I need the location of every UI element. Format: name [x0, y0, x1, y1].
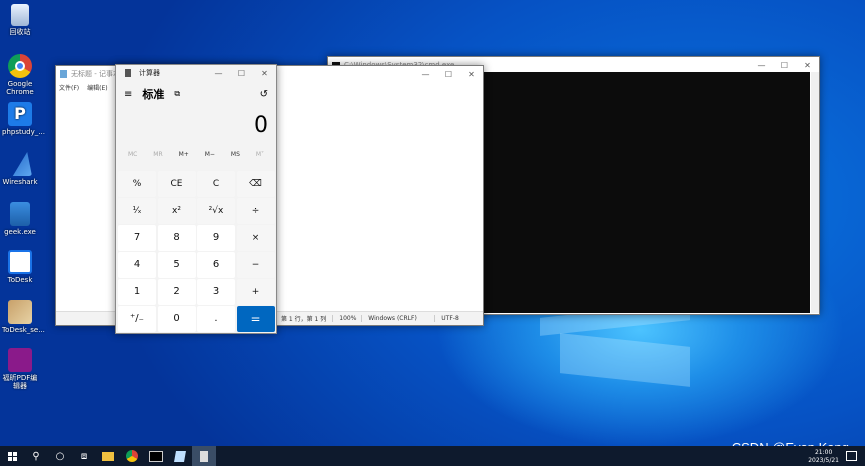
status-zoom: 100%: [332, 315, 361, 322]
desktop-icon-foxit-pdf[interactable]: 福昕PDF编辑器: [2, 348, 38, 390]
windows-logo-icon: [7, 451, 17, 461]
calculator-close-button[interactable]: ✕: [253, 69, 276, 78]
status-line-ending: Windows (CRLF): [361, 315, 434, 322]
clear-key[interactable]: C: [197, 171, 235, 197]
calculator-titlebar[interactable]: 计算器 — ☐ ✕: [116, 65, 276, 81]
notification-icon[interactable]: [846, 451, 857, 461]
memory-clear-button[interactable]: MC: [128, 151, 137, 158]
notepad-app-icon: [60, 70, 67, 78]
divide-key[interactable]: ÷: [236, 198, 275, 224]
notepad-taskbar-button[interactable]: [168, 446, 192, 466]
square-root-key[interactable]: ²√x: [197, 198, 235, 224]
reciprocal-key[interactable]: ¹⁄ₓ: [118, 198, 156, 224]
history-icon[interactable]: ↺: [260, 89, 268, 100]
desktop-icon-todesk[interactable]: ToDesk: [2, 250, 38, 284]
calculator-title: 计算器: [139, 69, 160, 77]
calculator-display: 0: [254, 113, 268, 138]
clock-time: 21:00: [814, 449, 833, 456]
subtract-key[interactable]: −: [236, 252, 275, 278]
calculator-keypad: % CE C ⌫ ¹⁄ₓ x² ²√x ÷ 7 8 9 × 4 5 6 − 1 …: [118, 171, 275, 332]
desktop-icon-todesk-setup[interactable]: ToDesk_se...: [2, 300, 45, 334]
pdf-editor-icon: [8, 348, 32, 372]
memory-row: MC MR M+ M− MS M˅: [120, 151, 272, 158]
digit-0-key[interactable]: 0: [157, 306, 196, 332]
clear-entry-key[interactable]: CE: [157, 171, 196, 197]
calculator-taskbar-button[interactable]: [192, 446, 216, 466]
backspace-key[interactable]: ⌫: [236, 171, 275, 197]
desktop-icon-geek[interactable]: geek.exe: [2, 202, 38, 236]
notepad-maximize-button[interactable]: ☐: [437, 70, 460, 79]
todesk-icon: [8, 250, 32, 274]
cmd-maximize-button[interactable]: ☐: [773, 61, 796, 70]
cmd-scrollbar[interactable]: [811, 72, 819, 313]
digit-4-key[interactable]: 4: [118, 252, 156, 278]
digit-6-key[interactable]: 6: [197, 252, 235, 278]
equals-key[interactable]: =: [236, 306, 275, 332]
digit-9-key[interactable]: 9: [197, 225, 235, 251]
digit-8-key[interactable]: 8: [157, 225, 196, 251]
installer-icon: [8, 300, 32, 324]
desktop-icon-phpstudy[interactable]: P phpstudy_...: [2, 102, 45, 136]
geek-icon: [10, 202, 30, 226]
cmd-taskbar-button[interactable]: [144, 446, 168, 466]
chrome-taskbar-button[interactable]: [120, 446, 144, 466]
circle-icon: ○: [55, 450, 65, 462]
status-position: 第 1 行，第 1 列: [274, 314, 332, 323]
percent-key[interactable]: %: [118, 171, 156, 197]
menu-file[interactable]: 文件(F): [59, 83, 79, 92]
notepad-close-button[interactable]: ✕: [460, 70, 483, 79]
chrome-icon: [8, 54, 32, 78]
system-clock[interactable]: 21:00 2023/5/21: [808, 449, 839, 465]
memory-add-button[interactable]: M+: [179, 151, 189, 158]
wallpaper-beam: [560, 333, 690, 387]
hamburger-menu-icon[interactable]: ≡: [124, 89, 132, 100]
add-key[interactable]: +: [236, 279, 275, 305]
start-button[interactable]: [0, 446, 24, 466]
notepad-title: 无标题 - 记事本: [71, 70, 120, 78]
phpstudy-icon: P: [8, 102, 32, 126]
terminal-icon: [149, 450, 163, 462]
cortana-button[interactable]: ○: [48, 446, 72, 466]
digit-1-key[interactable]: 1: [118, 279, 156, 305]
decimal-point-key[interactable]: .: [197, 306, 235, 332]
multiply-key[interactable]: ×: [236, 225, 275, 251]
negate-key[interactable]: ⁺/₋: [118, 306, 156, 332]
file-explorer-button[interactable]: [96, 446, 120, 466]
memory-store-button[interactable]: MS: [231, 151, 240, 158]
digit-2-key[interactable]: 2: [157, 279, 196, 305]
digit-7-key[interactable]: 7: [118, 225, 156, 251]
search-icon: ⚲: [32, 450, 40, 462]
calculator-icon: [200, 450, 208, 462]
desktop-icon-chrome[interactable]: Google Chrome: [2, 54, 38, 96]
folder-icon: [102, 451, 114, 461]
digit-5-key[interactable]: 5: [157, 252, 196, 278]
calculator-maximize-button[interactable]: ☐: [230, 69, 253, 78]
calculator-minimize-button[interactable]: —: [207, 69, 230, 78]
task-view-icon: ⧈: [80, 450, 88, 462]
chrome-icon: [126, 450, 138, 462]
wireshark-fin-icon: [12, 152, 32, 176]
status-encoding: UTF-8: [434, 315, 465, 322]
cmd-close-button[interactable]: ✕: [796, 61, 819, 70]
notepad-icon: [174, 450, 186, 462]
calculator-app-icon: [125, 69, 131, 77]
memory-list-button[interactable]: M˅: [256, 151, 264, 158]
desktop-icon-wireshark[interactable]: Wireshark: [2, 152, 38, 186]
digit-3-key[interactable]: 3: [197, 279, 235, 305]
desktop-icon-recycle-bin[interactable]: 回收站: [2, 4, 38, 36]
menu-edit[interactable]: 编辑(E): [87, 83, 107, 92]
notepad-minimize-button[interactable]: —: [414, 70, 437, 79]
search-button[interactable]: ⚲: [24, 446, 48, 466]
taskbar: ⚲ ○ ⧈ 21:00 2023/5/21: [0, 446, 865, 466]
calculator-mode-title: 标准: [142, 88, 165, 101]
memory-subtract-button[interactable]: M−: [205, 151, 215, 158]
recycle-bin-icon: [11, 4, 29, 26]
task-view-button[interactable]: ⧈: [72, 446, 96, 466]
memory-recall-button[interactable]: MR: [153, 151, 162, 158]
keep-on-top-icon[interactable]: ⧉: [174, 89, 180, 99]
calculator-window[interactable]: 计算器 — ☐ ✕ ≡ 标准 ⧉ ↺ 0 MC MR M+ M− MS M˅ %…: [115, 64, 277, 334]
cmd-minimize-button[interactable]: —: [750, 61, 773, 70]
clock-date: 2023/5/21: [808, 457, 839, 464]
square-key[interactable]: x²: [157, 198, 196, 224]
